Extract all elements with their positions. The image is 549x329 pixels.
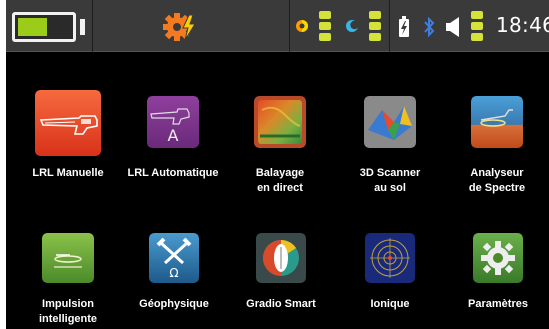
brightness-gauge: [319, 11, 331, 41]
app-label: Impulsion intelligente: [38, 298, 98, 325]
app-label: LRL Automatique: [127, 167, 219, 179]
app-label: Analyseur de Spectre: [468, 167, 526, 194]
bluetooth-icon[interactable]: [423, 17, 435, 37]
battery-tip: [80, 19, 85, 35]
app-lrl-manuelle[interactable]: LRL Manuelle: [13, 90, 123, 190]
svg-text:A: A: [168, 126, 179, 145]
app-balayage-en-direct[interactable]: Balayage en direct: [225, 96, 335, 196]
settings-icon: [473, 233, 523, 283]
status-divider: [92, 0, 93, 52]
status-divider: [389, 0, 390, 52]
ionic-icon: [365, 233, 415, 283]
app-label: Ionique: [370, 298, 410, 310]
device-screen: 18:46 LRL Manuelle A LRL Automatique Bal…: [6, 0, 549, 329]
volume-gauge: [471, 11, 483, 41]
geophysics-icon: Ω: [149, 233, 199, 283]
app-label: Paramètres: [468, 298, 528, 310]
app-geophysique[interactable]: Ω Géophysique: [119, 233, 229, 329]
app-label: LRL Manuelle: [32, 167, 104, 179]
live-scan-icon: [254, 96, 306, 148]
settings-alert-icon[interactable]: [162, 11, 198, 43]
gradio-smart-icon: [256, 233, 306, 283]
spectrum-analyzer-icon: [471, 96, 523, 148]
crescent-icon[interactable]: [345, 19, 359, 33]
svg-text:Ω: Ω: [169, 266, 178, 280]
app-impulsion-intelligente[interactable]: Impulsion intelligente: [13, 233, 123, 329]
app-label: Gradio Smart: [246, 298, 316, 310]
speaker-icon[interactable]: [445, 17, 461, 37]
main-battery-icon: [12, 12, 76, 42]
app-analyseur-de-spectre[interactable]: Analyseur de Spectre: [442, 96, 549, 196]
app-parametres[interactable]: Paramètres: [443, 233, 549, 329]
status-bar: 18:46: [6, 0, 549, 52]
lrl-automatic-icon: A: [147, 96, 199, 148]
app-label: 3D Scanner au sol: [359, 167, 421, 194]
app-ionique[interactable]: Ionique: [335, 233, 445, 329]
app-gradio-smart[interactable]: Gradio Smart: [226, 233, 336, 329]
battery-level-fill: [18, 18, 47, 36]
smart-pulse-icon: [42, 233, 94, 283]
battery-charging-icon: [399, 16, 409, 37]
app-3d-scanner-au-sol[interactable]: 3D Scanner au sol: [335, 96, 445, 196]
app-label: Géophysique: [139, 298, 209, 310]
lrl-manual-icon: [35, 90, 101, 156]
clock-time: 18:46: [496, 13, 549, 37]
contrast-icon[interactable]: [295, 19, 309, 33]
status-divider: [289, 0, 290, 52]
night-mode-gauge: [369, 11, 381, 41]
app-lrl-automatique[interactable]: A LRL Automatique: [118, 96, 228, 196]
ground-3d-scanner-icon: [364, 96, 416, 148]
app-label: Balayage en direct: [255, 167, 305, 194]
